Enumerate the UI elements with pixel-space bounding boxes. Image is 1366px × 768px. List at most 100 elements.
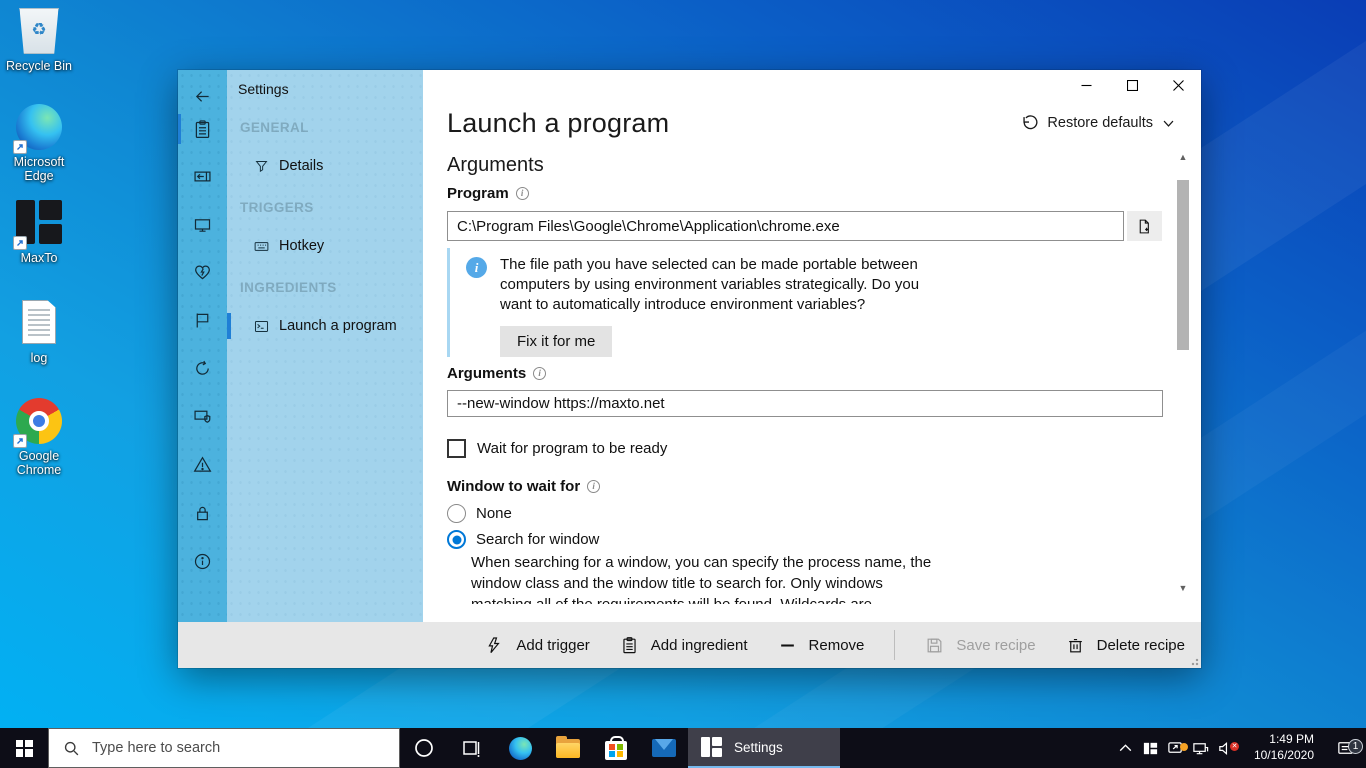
hotkey-icon (253, 238, 270, 255)
rail-flags-icon[interactable] (178, 304, 227, 336)
tray-screenshare-icon[interactable] (1163, 740, 1188, 757)
desktop-icon-google-chrome[interactable]: Google Chrome (2, 398, 76, 478)
delete-recipe-button[interactable]: Delete recipe (1066, 636, 1185, 655)
page-title: Launch a program (447, 108, 669, 139)
wait-for-program-row[interactable]: Wait for program to be ready (447, 439, 667, 458)
radio-search-row[interactable]: Search for window (447, 530, 599, 549)
shortcut-arrow-icon (13, 140, 27, 154)
nav-item-launch-a-program[interactable]: Launch a program (227, 312, 423, 340)
chevron-down-icon (1162, 117, 1175, 130)
resize-grip[interactable] (1189, 656, 1199, 666)
rail-health-icon[interactable] (178, 256, 227, 288)
maxto-app-icon (701, 737, 723, 757)
scroll-down-arrow[interactable]: ▼ (1175, 581, 1191, 595)
delete-recipe-label: Delete recipe (1097, 637, 1185, 654)
rail-move-window-icon[interactable] (178, 160, 227, 192)
cortana-button[interactable] (400, 728, 448, 768)
arguments-label: Arguments (447, 365, 526, 382)
nav-item-label: Launch a program (279, 318, 397, 334)
dash-icon (778, 636, 797, 655)
arguments-label-row: Arguments i (447, 365, 546, 382)
rail-license-icon[interactable] (178, 497, 227, 529)
add-trigger-label: Add trigger (516, 637, 589, 654)
desktop-icon-label: MaxTo (2, 251, 76, 265)
nav-item-label: Details (279, 158, 323, 174)
rail-about-icon[interactable] (178, 545, 227, 577)
rail-warnings-icon[interactable] (178, 448, 227, 480)
file-explorer-icon (556, 739, 580, 758)
rail-remote-shield-icon[interactable] (178, 400, 227, 432)
arguments-input[interactable] (447, 390, 1163, 417)
vertical-scrollbar[interactable]: ▲ ▼ (1175, 150, 1191, 595)
close-button[interactable] (1155, 70, 1201, 101)
file-browse-icon (1136, 218, 1153, 235)
browse-file-button[interactable] (1127, 211, 1162, 241)
microsoft-store-button[interactable] (592, 728, 640, 768)
restore-defaults-button[interactable]: Restore defaults (1020, 114, 1175, 132)
taskbar-search[interactable]: Type here to search (48, 728, 400, 768)
chrome-icon (15, 398, 63, 446)
window-wait-label: Window to wait for (447, 478, 580, 495)
shortcut-arrow-icon (13, 434, 27, 448)
fix-it-for-me-button[interactable]: Fix it for me (500, 326, 612, 357)
tray-chevron-up[interactable] (1113, 740, 1138, 757)
desktop-icon-recycle-bin[interactable]: ♻ Recycle Bin (2, 8, 76, 73)
desktop-icon-label: Google Chrome (2, 449, 76, 478)
remove-label: Remove (809, 637, 865, 654)
icon-rail (178, 70, 227, 668)
save-recipe-label: Save recipe (956, 637, 1035, 654)
desktop: ♻ Recycle Bin Microsoft Edge MaxTo log (0, 0, 1366, 768)
info-icon[interactable]: i (533, 367, 546, 380)
settings-content: Launch a program Restore defaults Argume… (423, 70, 1201, 622)
rail-sync-icon[interactable] (178, 352, 227, 384)
radio-none-row[interactable]: None (447, 504, 512, 523)
nav-item-details[interactable]: Details (227, 152, 423, 180)
taskbar-settings-task[interactable]: Settings (688, 728, 840, 768)
rail-recipes-icon[interactable] (178, 113, 227, 145)
document-icon (15, 300, 63, 348)
program-input[interactable] (447, 211, 1124, 241)
file-explorer-button[interactable] (544, 728, 592, 768)
info-icon[interactable]: i (587, 480, 600, 493)
window-title: Settings (238, 81, 289, 97)
task-view-button[interactable] (448, 728, 496, 768)
radio-search-for-window[interactable] (447, 530, 466, 549)
settings-nav-panel: Settings GENERAL Details TRIGGERS Hotkey… (227, 70, 423, 622)
scroll-up-arrow[interactable]: ▲ (1175, 150, 1191, 164)
desktop-icon-microsoft-edge[interactable]: Microsoft Edge (2, 104, 76, 184)
tray-volume-muted-icon[interactable]: ✕ (1213, 740, 1238, 757)
mail-button[interactable] (640, 728, 688, 768)
tray-maxto-icon[interactable] (1138, 740, 1163, 757)
remove-button[interactable]: Remove (778, 636, 865, 655)
info-icon[interactable]: i (516, 187, 529, 200)
minimize-button[interactable] (1063, 70, 1109, 101)
back-button[interactable] (178, 80, 227, 112)
save-recipe-button[interactable]: Save recipe (925, 636, 1035, 655)
desktop-icon-maxto[interactable]: MaxTo (2, 200, 76, 265)
start-button[interactable] (0, 728, 48, 768)
nav-item-label: Hotkey (279, 238, 324, 254)
add-trigger-button[interactable]: Add trigger (485, 636, 589, 655)
radio-none[interactable] (447, 504, 466, 523)
nav-section-general: GENERAL (240, 120, 309, 135)
desktop-icon-log[interactable]: log (2, 300, 76, 365)
portability-infobox: i The file path you have selected can be… (447, 248, 1152, 357)
nav-item-hotkey[interactable]: Hotkey (227, 232, 423, 260)
rail-monitors-icon[interactable] (178, 209, 227, 241)
maximize-button[interactable] (1109, 70, 1155, 101)
desktop-icon-label: Microsoft Edge (2, 155, 76, 184)
lightning-icon (485, 636, 504, 655)
taskbar: Type here to search Settings (0, 728, 1366, 768)
scrollbar-thumb[interactable] (1177, 180, 1189, 350)
undo-icon (1020, 114, 1038, 132)
add-ingredient-label: Add ingredient (651, 637, 748, 654)
search-icon (63, 740, 80, 757)
wait-for-program-checkbox[interactable] (447, 439, 466, 458)
edge-icon (15, 104, 63, 152)
add-ingredient-button[interactable]: Add ingredient (620, 636, 748, 655)
action-center-button[interactable]: 1 (1324, 739, 1366, 758)
taskbar-clock[interactable]: 1:49 PM 10/16/2020 (1244, 732, 1316, 763)
taskbar-edge-button[interactable] (496, 728, 544, 768)
tray-network-icon[interactable] (1188, 740, 1213, 757)
clock-time: 1:49 PM (1244, 732, 1314, 748)
